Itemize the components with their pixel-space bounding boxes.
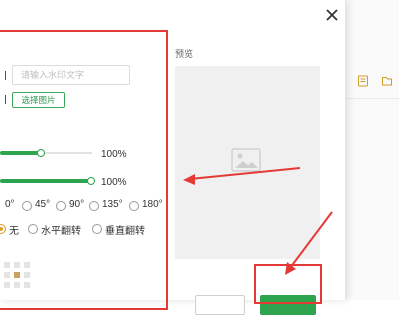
annotation-arrow-down xyxy=(285,211,333,275)
annotation-arrows xyxy=(183,167,333,275)
annotation-arrow-left xyxy=(183,167,301,185)
